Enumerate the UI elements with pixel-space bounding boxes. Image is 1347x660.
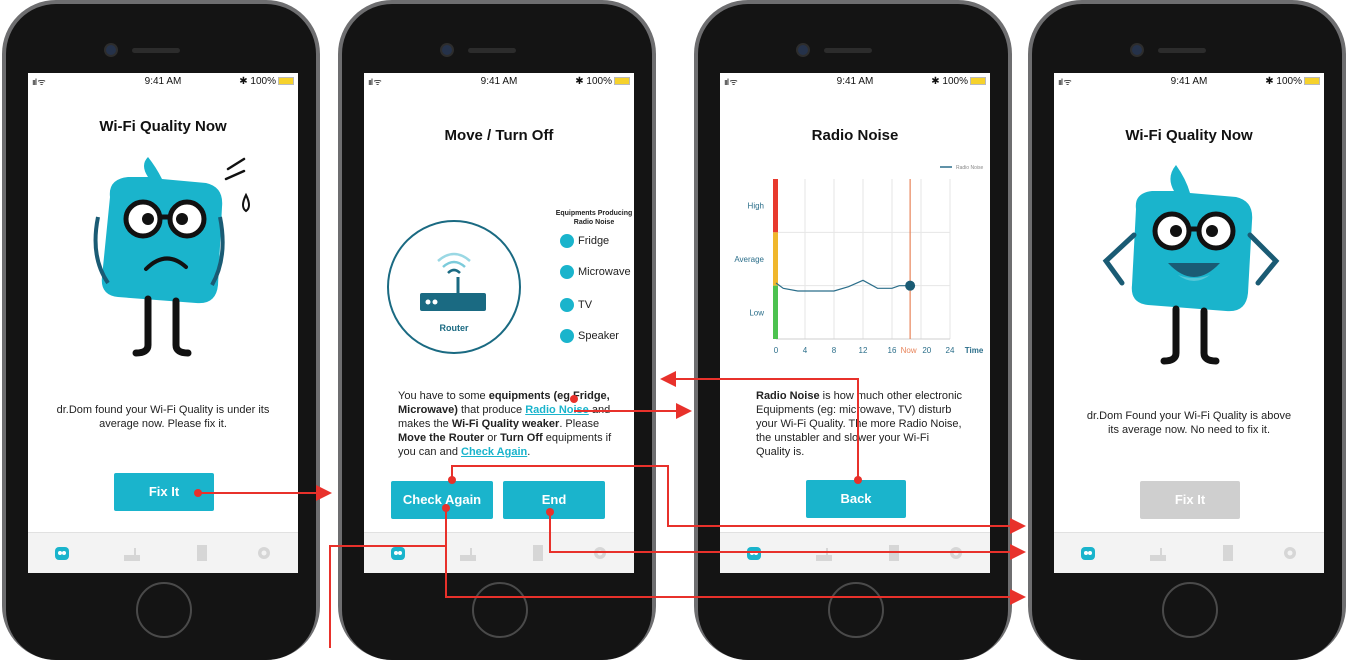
level-bar-high	[773, 179, 778, 233]
equipment-microwave: Microwave	[560, 265, 631, 279]
battery-indicator: ✱ 100%	[575, 76, 630, 87]
tab-router-icon[interactable]	[1148, 543, 1168, 563]
screen-wifi-quality-good: ııl ᯤ 9:41 AM ✱ 100% Wi-Fi Quality Now d…	[1054, 73, 1324, 573]
happy-mascot-icon	[1102, 165, 1280, 365]
earpiece	[824, 48, 872, 53]
home-button[interactable]	[472, 582, 528, 638]
page-title: Wi-Fi Quality Now	[1125, 127, 1253, 144]
x-tick-label: 0	[774, 346, 779, 355]
radio-noise-chart: Low Average High 0 4 8 12 16 Now 20 24 Time Radio No…	[734, 165, 984, 355]
home-button[interactable]	[828, 582, 884, 638]
level-bar-average	[773, 232, 778, 286]
back-button[interactable]: Back	[806, 480, 906, 518]
tab-bar	[1054, 532, 1324, 573]
battery-icon	[1304, 77, 1320, 86]
x-tick-label: 24	[946, 346, 955, 355]
microwave-icon	[560, 265, 574, 279]
equipment-speaker: Speaker	[560, 329, 619, 343]
page-title: Radio Noise	[811, 127, 899, 144]
tab-settings-gear-icon[interactable]	[254, 543, 274, 563]
screen-radio-noise: ııl ᯤ 9:41 AM ✱ 100% Radio Noise Low Aver…	[720, 73, 990, 573]
fix-it-button[interactable]: Fix It	[114, 473, 214, 511]
router-label: Router	[439, 323, 469, 333]
check-again-button[interactable]: Check Again	[391, 481, 493, 519]
radio-noise-link[interactable]: Radio Noise	[525, 404, 589, 416]
x-tick-label: 8	[832, 346, 837, 355]
tab-device-icon[interactable]	[192, 543, 212, 563]
router-circle-icon	[387, 220, 521, 354]
phone-4: ııl ᯤ 9:41 AM ✱ 100% Wi-Fi Quality Now d…	[1028, 0, 1346, 660]
status-bar: ııl ᯤ 9:41 AM ✱ 100%	[364, 73, 634, 89]
tab-router-icon[interactable]	[814, 543, 834, 563]
tab-device-icon[interactable]	[884, 543, 904, 563]
tab-device-icon[interactable]	[528, 543, 548, 563]
y-tick-label: Average	[734, 255, 764, 264]
x-tick-label: 4	[803, 346, 808, 355]
home-button[interactable]	[1162, 582, 1218, 638]
page-title: Wi-Fi Quality Now	[99, 118, 227, 135]
tab-settings-gear-icon[interactable]	[590, 543, 610, 563]
x-axis-label: Time	[965, 346, 984, 355]
legend-label: Radio Noise	[956, 165, 983, 171]
status-bar: ııl ᯤ 9:41 AM ✱ 100%	[1054, 73, 1324, 89]
x-tick-label: Now	[901, 346, 917, 355]
screen-wifi-quality-bad: ııl ᯤ 9:41 AM ✱ 100% Wi-Fi Quality Now d…	[28, 73, 298, 573]
fix-it-button-disabled: Fix It	[1140, 481, 1240, 519]
page-title: Move / Turn Off	[444, 127, 554, 144]
equipment-fridge: Fridge	[560, 234, 609, 248]
tab-home-mascot-icon[interactable]	[52, 543, 72, 563]
tab-bar	[720, 532, 990, 573]
earpiece	[1158, 48, 1206, 53]
end-button[interactable]: End	[503, 481, 605, 519]
status-message: dr.Dom Found your Wi-Fi Quality is above…	[1086, 410, 1292, 436]
home-button[interactable]	[136, 582, 192, 638]
tab-device-icon[interactable]	[1218, 543, 1238, 563]
status-message: dr.Dom found your Wi-Fi Quality is under…	[56, 404, 270, 430]
battery-icon	[614, 77, 630, 86]
status-bar: ııl ᯤ 9:41 AM ✱ 100%	[28, 73, 298, 89]
sad-mascot-icon	[93, 157, 250, 357]
earpiece	[468, 48, 516, 53]
battery-indicator: ✱ 100%	[239, 76, 294, 87]
phone-2: ııl ᯤ 9:41 AM ✱ 100% Move / Turn Off Rou…	[338, 0, 656, 660]
fridge-icon	[560, 234, 574, 248]
tv-icon	[560, 298, 574, 312]
phone-1: ııl ᯤ 9:41 AM ✱ 100% Wi-Fi Quality Now d…	[2, 0, 320, 660]
battery-indicator: ✱ 100%	[931, 76, 986, 87]
tab-home-mascot-icon[interactable]	[744, 543, 764, 563]
equipment-heading: Equipments Producing Radio Noise	[555, 210, 633, 226]
camera	[1132, 45, 1142, 55]
explanation-text: You have to some equipments (eg Fridge, …	[398, 390, 612, 458]
battery-indicator: ✱ 100%	[1265, 76, 1320, 87]
battery-icon	[970, 77, 986, 86]
screen-move-turn-off: ııl ᯤ 9:41 AM ✱ 100% Move / Turn Off Rou…	[364, 73, 634, 573]
camera	[798, 45, 808, 55]
tab-home-mascot-icon[interactable]	[1078, 543, 1098, 563]
radio-noise-description: Radio Noise is how much other electronic…	[756, 390, 963, 458]
tab-bar	[364, 532, 634, 573]
x-tick-label: 20	[922, 346, 931, 355]
y-tick-label: High	[748, 202, 764, 211]
tab-bar	[28, 532, 298, 573]
speaker-icon	[560, 329, 574, 343]
x-tick-label: 16	[888, 346, 897, 355]
check-again-link[interactable]: Check Again	[461, 446, 527, 458]
camera	[442, 45, 452, 55]
earpiece	[132, 48, 180, 53]
y-tick-label: Low	[749, 308, 764, 317]
current-value-point	[905, 280, 916, 291]
tab-settings-gear-icon[interactable]	[946, 543, 966, 563]
camera	[106, 45, 116, 55]
equipment-tv: TV	[560, 298, 592, 312]
tab-home-mascot-icon[interactable]	[388, 543, 408, 563]
status-bar: ııl ᯤ 9:41 AM ✱ 100%	[720, 73, 990, 89]
phone-3: ııl ᯤ 9:41 AM ✱ 100% Radio Noise Low Aver…	[694, 0, 1012, 660]
tab-settings-gear-icon[interactable]	[1280, 543, 1300, 563]
tab-router-icon[interactable]	[458, 543, 478, 563]
level-bar-low	[773, 285, 778, 339]
tab-router-icon[interactable]	[122, 543, 142, 563]
battery-icon	[278, 77, 294, 86]
x-tick-label: 12	[859, 346, 868, 355]
